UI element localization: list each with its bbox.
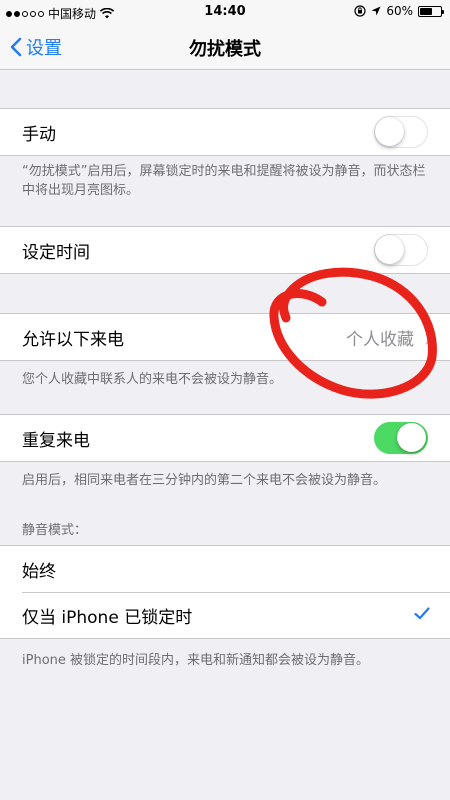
scheduled-toggle[interactable]	[374, 234, 428, 266]
silence-option-label: 始终	[22, 561, 56, 582]
location-icon	[371, 6, 381, 16]
scheduled-group: 设定时间	[0, 226, 450, 274]
navigation-bar: 设置 勿扰模式	[0, 24, 450, 70]
allow-calls-footer: 您个人收藏中联系人的来电不会被设为静音。	[22, 372, 283, 387]
manual-toggle[interactable]	[374, 116, 428, 148]
manual-row: 手动	[0, 109, 450, 155]
scheduled-row: 设定时间	[0, 227, 450, 273]
chevron-right-icon	[425, 330, 434, 345]
battery-icon	[418, 5, 444, 17]
manual-footer: “勿扰模式”启用后，屏幕锁定时的来电和提醒将被设为静音，而状态栏中将出现月亮图标…	[22, 164, 426, 198]
silence-group: 始终 仅当 iPhone 已锁定时	[0, 545, 450, 639]
silence-option-label: 仅当 iPhone 已锁定时	[22, 607, 193, 628]
scheduled-label: 设定时间	[22, 242, 90, 263]
repeated-calls-group: 重复来电	[0, 414, 450, 462]
allow-calls-label: 允许以下来电	[22, 329, 124, 350]
repeated-calls-row: 重复来电	[0, 415, 450, 461]
rotation-lock-icon	[354, 5, 366, 17]
allow-calls-group[interactable]: 允许以下来电 个人收藏	[0, 313, 450, 361]
status-right: 60%	[354, 4, 444, 18]
manual-label: 手动	[22, 124, 56, 145]
allow-calls-value: 个人收藏	[346, 329, 414, 350]
repeated-calls-footer: 启用后，相同来电者在三分钟内的第二个来电不会被设为静音。	[22, 473, 387, 488]
status-bar: 中国移动 14:40 60%	[0, 0, 450, 24]
silence-option-locked[interactable]: 仅当 iPhone 已锁定时	[0, 592, 450, 638]
manual-group: 手动	[0, 108, 450, 156]
battery-percent: 60%	[386, 4, 413, 18]
repeated-calls-toggle[interactable]	[374, 422, 428, 454]
repeated-calls-label: 重复来电	[22, 430, 90, 451]
silence-header: 静音模式：	[22, 523, 88, 538]
silence-footer: iPhone 被锁定的时间段内，来电和新通知都会被设为静音。	[22, 653, 370, 668]
silence-option-always[interactable]: 始终	[0, 546, 450, 592]
page-title: 勿扰模式	[189, 39, 261, 60]
checkmark-icon	[414, 607, 430, 620]
allow-calls-row[interactable]: 允许以下来电 个人收藏	[0, 314, 450, 360]
